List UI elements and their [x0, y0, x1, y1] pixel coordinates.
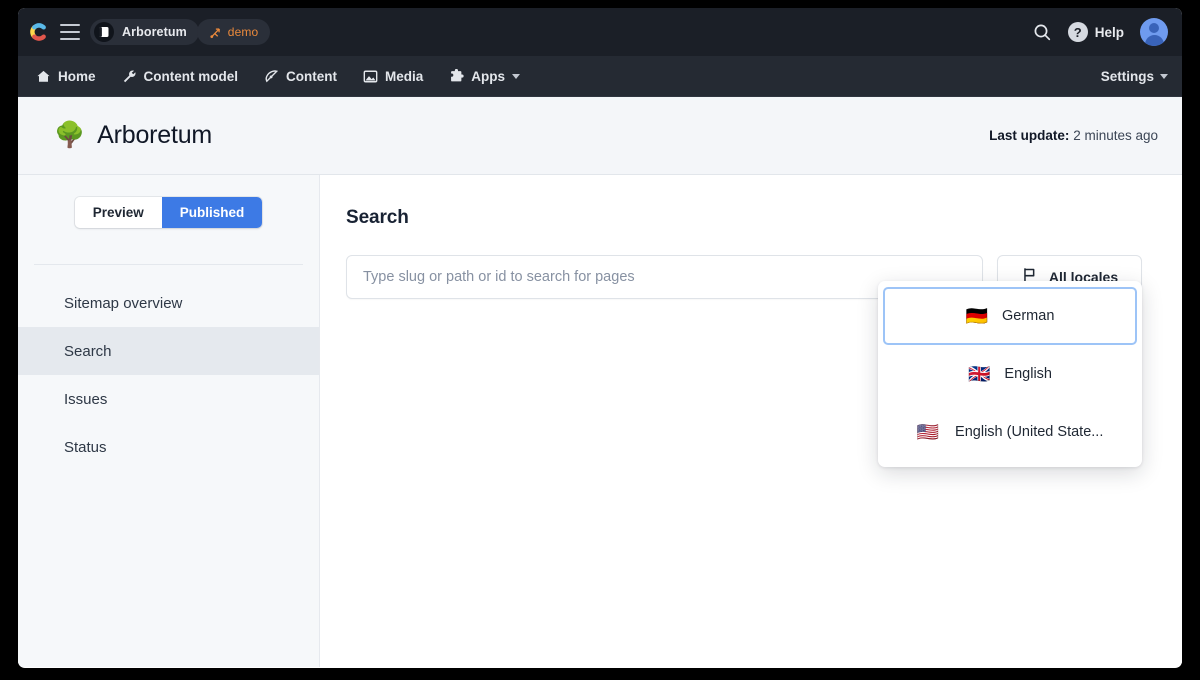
- environment-name-label: demo: [227, 25, 259, 39]
- flag-de-icon: 🇩🇪: [965, 306, 989, 326]
- flag-us-icon: 🇺🇸: [916, 422, 940, 442]
- locale-option-label: German: [1002, 308, 1055, 324]
- topbar-left-group: Arboretum demo: [28, 19, 271, 45]
- last-update-value: 2 minutes ago: [1073, 128, 1158, 143]
- sidebar-item-sitemap-overview[interactable]: Sitemap overview: [18, 279, 319, 327]
- question-mark-icon: ?: [1067, 22, 1088, 42]
- nav-item-apps-label: Apps: [471, 68, 506, 84]
- toggle-published-button[interactable]: Published: [161, 197, 263, 228]
- sidebar-item-label: Search: [64, 342, 112, 360]
- flag-gb-icon: 🇬🇧: [968, 364, 991, 384]
- nav-item-apps[interactable]: Apps: [449, 68, 534, 84]
- hamburger-menu-icon[interactable]: [60, 24, 80, 40]
- sidebar-item-label: Issues: [64, 390, 108, 408]
- tree-icon: 🌳: [54, 121, 86, 149]
- space-selector[interactable]: Arboretum: [90, 19, 199, 45]
- nav-item-content-label: Content: [286, 68, 338, 84]
- sidebar-item-label: Sitemap overview: [64, 294, 183, 312]
- user-avatar[interactable]: [1140, 18, 1168, 46]
- nav-item-content-model-label: Content model: [143, 68, 239, 84]
- settings-menu[interactable]: Settings: [1101, 69, 1168, 84]
- sidebar-divider: [34, 264, 303, 265]
- sidebar-item-issues[interactable]: Issues: [18, 375, 319, 423]
- home-icon: [36, 69, 51, 84]
- toggle-preview-button[interactable]: Preview: [74, 197, 162, 228]
- nav-item-media[interactable]: Media: [363, 69, 437, 84]
- nav-item-media-label: Media: [385, 68, 424, 84]
- last-update-label: Last update:: [989, 128, 1070, 143]
- sidebar-menu: Sitemap overview Search Issues Status: [18, 279, 319, 471]
- chevron-down-icon: [1160, 73, 1168, 79]
- app-header: 🌳 Arboretum Last update: 2 minutes ago: [18, 97, 1182, 175]
- nav-item-home-label: Home: [58, 68, 96, 84]
- preview-published-toggle: Preview Published: [74, 197, 263, 228]
- contentful-logo[interactable]: [28, 21, 50, 43]
- locale-option-english[interactable]: 🇬🇧 English: [883, 345, 1137, 403]
- preview-published-toggle-wrap: Preview Published: [18, 197, 319, 228]
- nav-item-content[interactable]: Content: [264, 69, 351, 84]
- section-title: Search: [346, 207, 409, 228]
- topbar-right-group: ? Help: [1032, 18, 1168, 46]
- sidebar-item-search[interactable]: Search: [18, 327, 319, 375]
- locale-option-label: English (United State...: [955, 424, 1104, 440]
- pen-nib-icon: [264, 69, 279, 84]
- locale-option-english-united-states[interactable]: 🇺🇸 English (United State...: [883, 403, 1137, 461]
- branch-icon: [210, 27, 220, 38]
- search-icon[interactable]: [1032, 22, 1052, 42]
- app-window: Arboretum demo ? Help Home Content model…: [18, 8, 1182, 668]
- chevron-down-icon: [512, 73, 521, 79]
- nav-item-home[interactable]: Home: [36, 69, 110, 84]
- main-content: Search All locales 🇩🇪 Ge: [320, 175, 1182, 667]
- locale-dropdown-menu: 🇩🇪 German 🇬🇧 English 🇺🇸 English (United …: [878, 281, 1142, 467]
- locale-option-german[interactable]: 🇩🇪 German: [883, 287, 1137, 345]
- top-chrome-bar: Arboretum demo ? Help: [18, 8, 1182, 56]
- settings-label: Settings: [1100, 68, 1154, 84]
- app-body: Preview Published Sitemap overview Searc…: [18, 175, 1182, 667]
- help-label: Help: [1094, 24, 1124, 40]
- sidebar-item-label: Status: [64, 438, 107, 456]
- last-update-status: Last update: 2 minutes ago: [989, 128, 1158, 143]
- space-book-icon: [94, 22, 114, 42]
- nav-item-content-model[interactable]: Content model: [122, 69, 253, 84]
- environment-selector[interactable]: demo: [196, 19, 271, 45]
- image-icon: [363, 69, 378, 84]
- main-navigation-bar: Home Content model Content Media Apps Se…: [18, 56, 1182, 97]
- wrench-icon: [122, 69, 137, 84]
- sidebar: Preview Published Sitemap overview Searc…: [18, 175, 320, 667]
- page-title: Arboretum: [97, 121, 213, 149]
- sidebar-item-status[interactable]: Status: [18, 423, 319, 471]
- space-name-label: Arboretum: [122, 25, 187, 39]
- app-branding: 🌳 Arboretum: [54, 121, 212, 150]
- puzzle-piece-icon: [449, 68, 464, 84]
- help-button[interactable]: ? Help: [1067, 22, 1124, 42]
- locale-option-label: English: [1004, 366, 1052, 382]
